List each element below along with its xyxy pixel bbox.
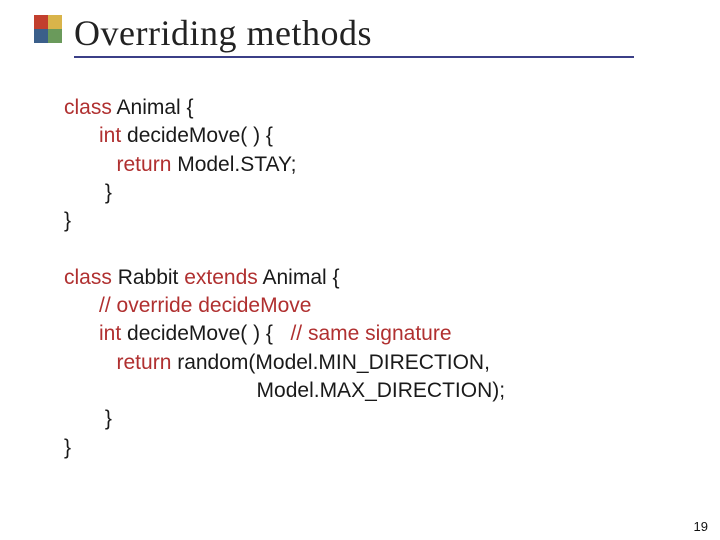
comment: // override decideMove xyxy=(64,294,311,317)
code-text: Animal { xyxy=(262,266,339,289)
kw-return: return xyxy=(64,351,177,374)
four-squares-icon xyxy=(34,15,70,51)
kw-int: int xyxy=(64,124,127,147)
code-text: Model.STAY; xyxy=(177,153,296,176)
title-underline xyxy=(74,56,634,58)
code-text: } xyxy=(64,181,112,204)
code-text: Animal { xyxy=(117,96,194,119)
code-text: } xyxy=(64,407,112,430)
comment: // same signature xyxy=(290,322,451,345)
kw-extends: extends xyxy=(184,266,262,289)
slide: Overriding methods class Animal { int de… xyxy=(0,0,720,540)
kw-class: class xyxy=(64,96,117,119)
code-text: decideMove( ) { xyxy=(127,322,290,345)
code-text: random(Model.MIN_DIRECTION, xyxy=(177,351,490,374)
code-text: } xyxy=(64,436,71,459)
kw-class: class xyxy=(64,266,118,289)
slide-title: Overriding methods xyxy=(74,12,372,54)
code-text: } xyxy=(64,209,71,232)
code-block-animal: class Animal { int decideMove( ) { retur… xyxy=(64,94,720,236)
code-text: decideMove( ) { xyxy=(127,124,273,147)
code-text: Rabbit xyxy=(118,266,185,289)
title-row: Overriding methods xyxy=(0,0,720,54)
code-text: Model.MAX_DIRECTION); xyxy=(64,379,505,402)
kw-return: return xyxy=(64,153,177,176)
code-block-rabbit: class Rabbit extends Animal { // overrid… xyxy=(64,264,720,462)
page-number: 19 xyxy=(694,519,708,534)
kw-int: int xyxy=(64,322,127,345)
